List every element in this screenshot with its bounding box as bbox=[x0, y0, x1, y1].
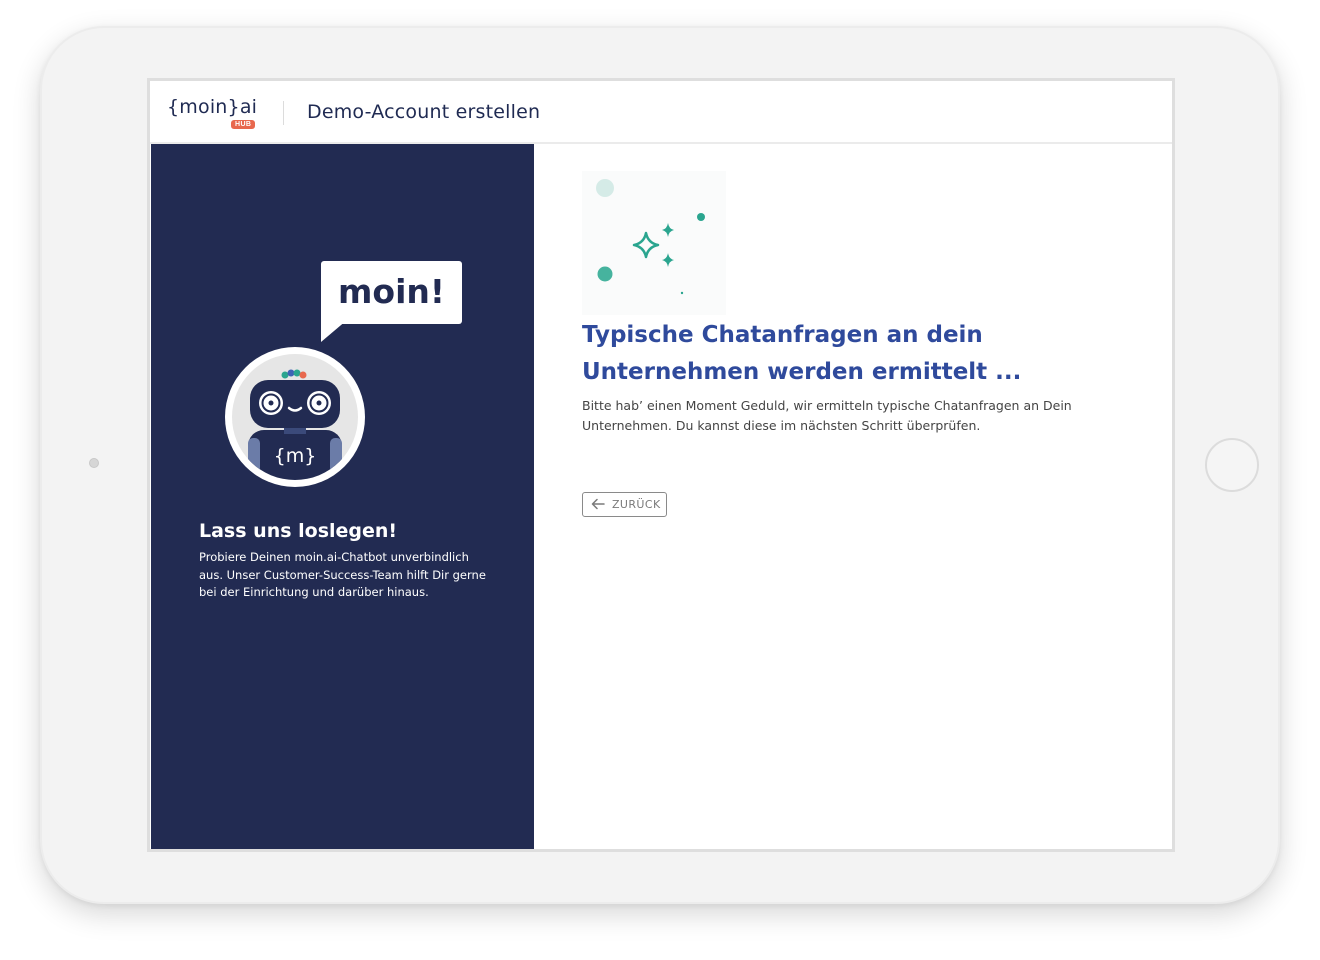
back-button-label: ZURÜCK bbox=[612, 498, 661, 511]
moin-logo[interactable]: {moin}ai bbox=[167, 96, 257, 118]
app-screen: {moin}ai HUB Demo-Account erstellen moin… bbox=[147, 78, 1175, 852]
back-button[interactable]: ZURÜCK bbox=[582, 492, 667, 517]
main-heading: Typische Chatanfragen an dein Unternehme… bbox=[582, 322, 1022, 385]
left-panel-title: Lass uns loslegen! bbox=[199, 520, 398, 542]
home-button[interactable] bbox=[1205, 438, 1259, 492]
header-divider bbox=[283, 101, 284, 125]
hub-badge: HUB bbox=[231, 120, 256, 129]
robot-avatar: {m} bbox=[224, 346, 366, 488]
left-panel: moin! {m} Lass uns loslegen! Probiere De… bbox=[151, 144, 534, 849]
main-description: Bitte hab’ einen Moment Geduld, wir ermi… bbox=[582, 398, 1072, 433]
camera-icon bbox=[89, 458, 99, 468]
main-content: Typische Chatanfragen an dein Unternehme… bbox=[534, 144, 1172, 849]
sparkles-illustration bbox=[582, 171, 726, 315]
sparkles-icon bbox=[596, 179, 705, 295]
page-title: Demo-Account erstellen bbox=[307, 101, 541, 123]
arrow-left-icon bbox=[591, 498, 605, 510]
top-bar: {moin}ai HUB Demo-Account erstellen bbox=[150, 81, 1172, 144]
speech-bubble: moin! bbox=[321, 261, 462, 324]
speech-bubble-tail bbox=[321, 320, 347, 342]
robot-chest-text: {m} bbox=[274, 445, 317, 467]
speech-bubble-text: moin! bbox=[338, 272, 445, 311]
left-panel-description: Probiere Deinen moin.ai-Chatbot unverbin… bbox=[199, 550, 486, 599]
